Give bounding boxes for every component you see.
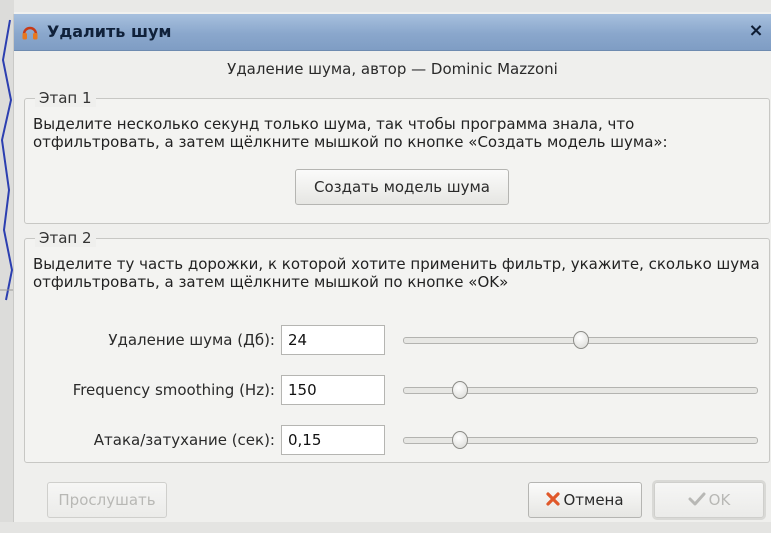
- frequency-smoothing-label: Frequency smoothing (Hz):: [72, 381, 275, 399]
- stage-2-description: Выделите ту часть дорожки, к которой хот…: [33, 255, 760, 291]
- attack-decay-label: Атака/затухание (сек):: [93, 431, 275, 449]
- attack-decay-input[interactable]: [281, 425, 385, 455]
- dialog-header: Удаление шума, автор — Dominic Mazzoni: [227, 60, 558, 78]
- noise-reduction-input[interactable]: [281, 325, 385, 355]
- frequency-smoothing-slider[interactable]: [403, 380, 758, 400]
- slider-thumb[interactable]: [451, 431, 468, 449]
- noise-removal-dialog: Удалить шум × Удаление шума, автор — Dom…: [14, 14, 771, 522]
- preview-button[interactable]: Прослушать: [47, 482, 167, 518]
- background-app-top: [0, 0, 771, 12]
- close-button[interactable]: ×: [745, 20, 767, 42]
- noise-reduction-slider[interactable]: [403, 330, 758, 350]
- ok-button-label: OK: [708, 491, 731, 509]
- stage-2-group: Этап 2 Выделите ту часть дорожки, к кото…: [24, 229, 770, 463]
- stage-1-group: Этап 1 Выделите несколько секунд только …: [24, 89, 770, 224]
- dialog-title: Удалить шум: [47, 22, 172, 41]
- stage-2-legend: Этап 2: [35, 229, 96, 247]
- x-mark-icon: [546, 484, 561, 518]
- stage-1-legend: Этап 1: [35, 89, 96, 107]
- title-bar[interactable]: Удалить шум ×: [14, 14, 771, 51]
- cancel-button-label: Отмена: [563, 491, 624, 509]
- ok-button[interactable]: OK: [654, 482, 764, 518]
- headphones-icon: [21, 23, 39, 41]
- background-waveform: [0, 0, 14, 533]
- slider-thumb[interactable]: [451, 381, 468, 399]
- noise-reduction-label: Удаление шума (Дб):: [108, 331, 275, 349]
- cancel-button[interactable]: Отмена: [528, 482, 642, 518]
- attack-decay-slider[interactable]: [403, 430, 758, 450]
- frequency-smoothing-input[interactable]: [281, 375, 385, 405]
- get-noise-profile-button[interactable]: Создать модель шума: [295, 169, 509, 205]
- slider-thumb[interactable]: [572, 331, 589, 349]
- stage-1-description: Выделите несколько секунд только шума, т…: [33, 115, 668, 151]
- checkmark-icon: [688, 484, 706, 518]
- background-app-bottom: [0, 522, 771, 533]
